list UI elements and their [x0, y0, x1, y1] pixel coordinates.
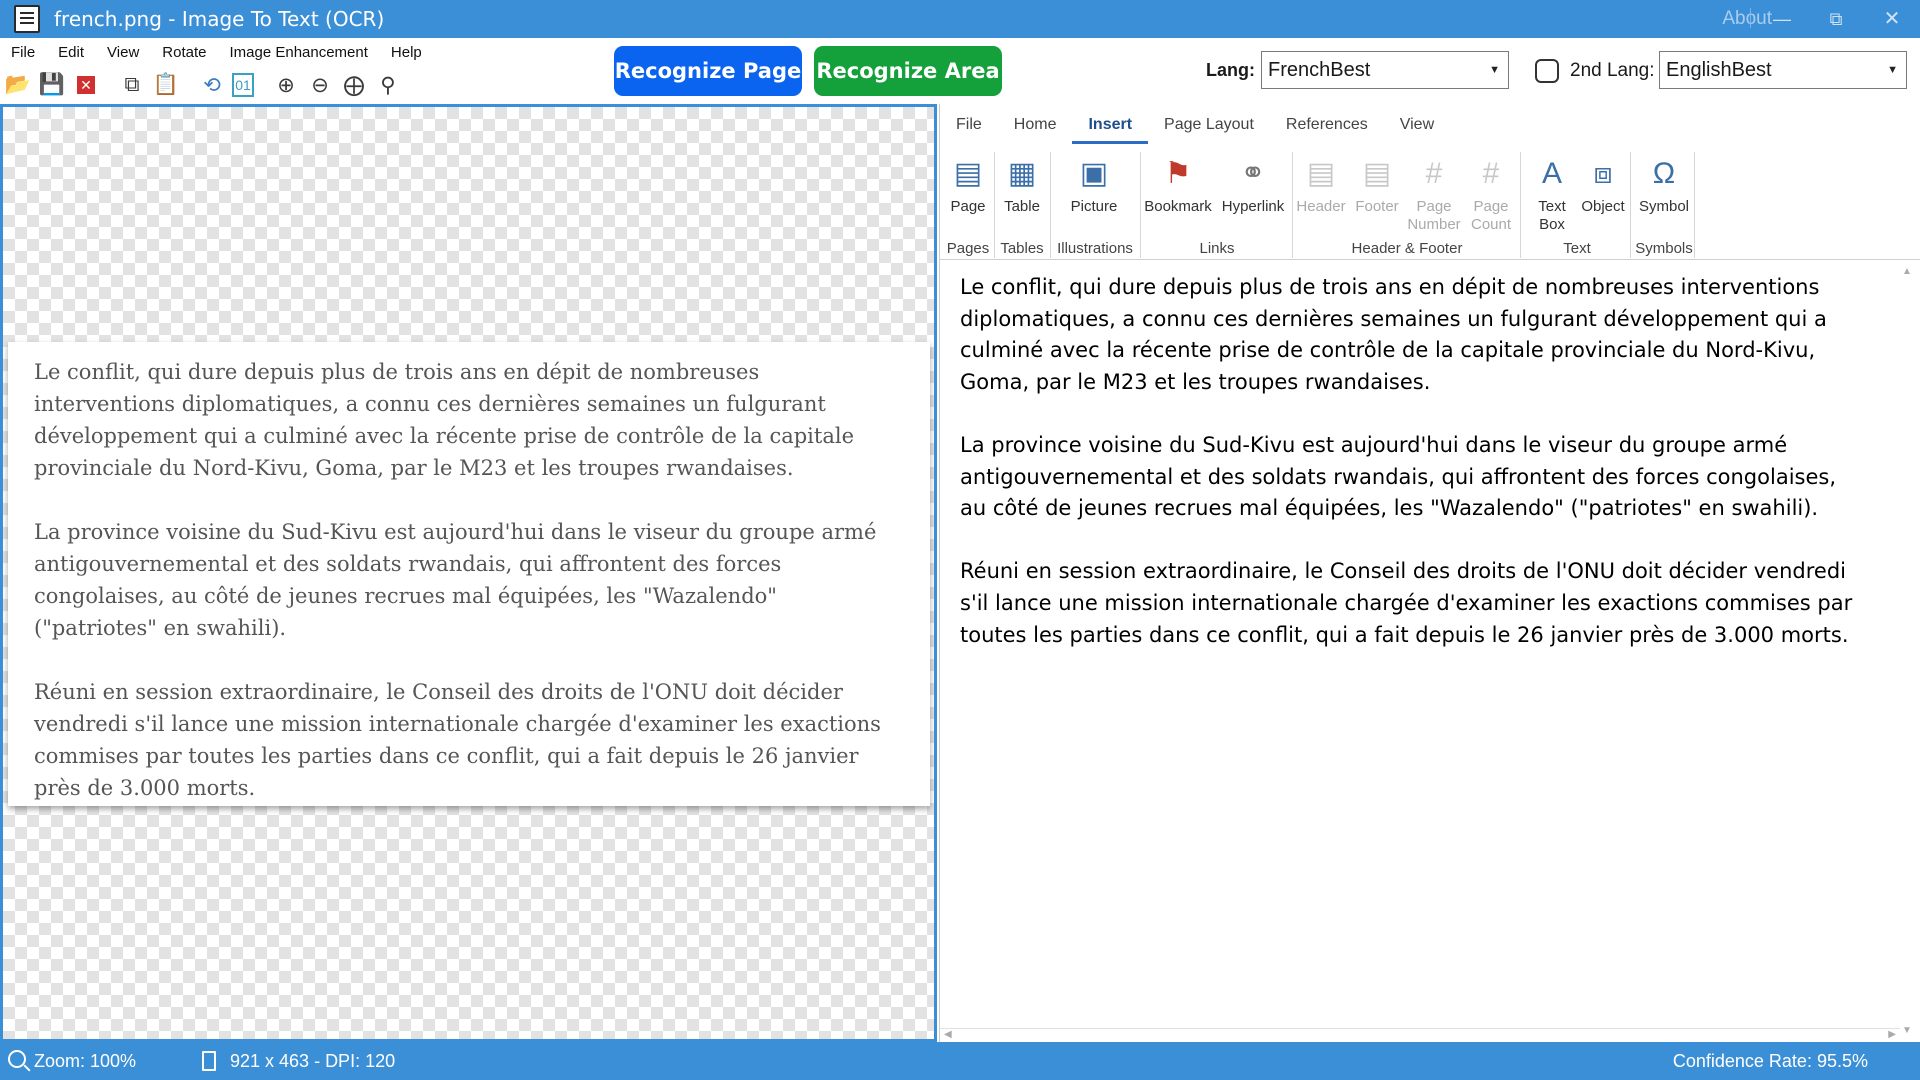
header-icon: ▤ — [1306, 157, 1336, 190]
zoom-out-icon[interactable]: ⊖ — [306, 71, 334, 99]
page-count-button[interactable]: # Page Count — [1464, 154, 1518, 234]
page-number-button[interactable]: # Page Number — [1406, 154, 1462, 234]
rotate-icon[interactable]: ⟲ — [198, 71, 226, 99]
scroll-down-icon[interactable]: ▼ — [1900, 1025, 1914, 1036]
zoom-100-icon[interactable]: ⚲ — [374, 71, 402, 99]
bookmark-icon: ⚑ — [1164, 157, 1192, 190]
restore-button[interactable]: ⧉ — [1816, 4, 1856, 34]
object-icon: ⧈ — [1593, 157, 1613, 190]
binary-icon[interactable]: 01 — [232, 73, 254, 97]
second-lang-checkbox[interactable] — [1535, 59, 1559, 83]
page-icon — [202, 1051, 216, 1071]
scroll-up-icon[interactable]: ▲ — [1900, 266, 1914, 277]
group-header-footer: Header & Footer — [1351, 240, 1463, 257]
title-bar: french.png - Image To Text (OCR) About —… — [0, 0, 1920, 38]
editor-paragraph[interactable]: Le conflit, qui dure depuis plus de troi… — [960, 272, 1860, 398]
omega-icon: Ω — [1652, 157, 1676, 190]
horizontal-scrollbar[interactable]: ◀ ▶ — [940, 1028, 1900, 1042]
tab-references[interactable]: References — [1270, 116, 1384, 144]
page-button[interactable]: ▤ Page — [946, 154, 990, 216]
copy-icon[interactable]: ⧉ — [118, 71, 146, 99]
minimize-button[interactable]: — — [1762, 4, 1802, 34]
ocr-text-editor[interactable]: Le conflit, qui dure depuis plus de troi… — [960, 272, 1860, 683]
close-window-button[interactable]: ✕ — [1872, 4, 1912, 34]
status-image-size: 921 x 463 - DPI: 120 — [230, 1051, 396, 1071]
scroll-right-icon[interactable]: ▶ — [1888, 1029, 1896, 1040]
zoom-icon — [8, 1050, 26, 1068]
chevron-down-icon: ▼ — [1489, 64, 1500, 76]
page-number-icon: # — [1425, 157, 1443, 190]
ribbon-tabs: File Home Insert Page Layout References … — [940, 116, 1450, 144]
editor-paragraph[interactable]: Réuni en session extraordinaire, le Cons… — [960, 556, 1860, 651]
hyperlink-button[interactable]: ⚭ Hyperlink — [1217, 154, 1289, 216]
source-image: Le conflit, qui dure depuis plus de troi… — [8, 342, 930, 806]
status-bar: Zoom: 100% 921 x 463 - DPI: 120 Confiden… — [0, 1042, 1920, 1080]
page-count-icon: # — [1482, 157, 1500, 190]
window-title: french.png - Image To Text (OCR) — [54, 7, 385, 31]
save-icon[interactable]: 💾 — [38, 71, 66, 99]
header-button[interactable]: ▤ Header — [1294, 154, 1348, 216]
ribbon: ▤ Page ▦ Table ▣ Picture ⚑ Bookmark ⚭ Hy… — [940, 148, 1920, 260]
status-confidence: Confidence Rate: 95.5% — [1672, 1051, 1868, 1071]
lang-label: Lang: — [1206, 60, 1255, 80]
second-lang-select[interactable]: EnglishBest ▼ — [1659, 51, 1907, 89]
lang-select[interactable]: FrenchBest ▼ — [1261, 51, 1509, 89]
zoom-fit-icon[interactable]: ⨁ — [340, 71, 368, 99]
source-paragraph: Réuni en session extraordinaire, le Cons… — [34, 680, 881, 800]
status-zoom: Zoom: 100% — [34, 1051, 137, 1071]
footer-icon: ▤ — [1362, 157, 1392, 190]
vertical-scrollbar[interactable]: ▲ ▼ — [1900, 266, 1914, 1036]
editor-pane: File Home Insert Page Layout References … — [939, 104, 1920, 1042]
tab-home[interactable]: Home — [998, 116, 1073, 144]
image-viewer[interactable]: Le conflit, qui dure depuis plus de troi… — [0, 104, 937, 1042]
picture-icon: ▣ — [1079, 157, 1109, 190]
link-icon: ⚭ — [1240, 157, 1266, 190]
chevron-down-icon: ▼ — [1887, 64, 1898, 76]
menu-image-enhancement[interactable]: Image Enhancement — [218, 44, 379, 66]
scroll-left-icon[interactable]: ◀ — [944, 1029, 952, 1040]
text-box-icon: A — [1541, 157, 1562, 190]
group-pages: Pages — [946, 240, 990, 257]
group-tables: Tables — [1000, 240, 1044, 257]
recognize-page-button[interactable]: Recognize Page — [614, 46, 802, 96]
tab-page-layout[interactable]: Page Layout — [1148, 116, 1270, 144]
object-button[interactable]: ⧈ Object — [1576, 154, 1630, 216]
menu-bar: File Edit View Rotate Image Enhancement … — [0, 44, 434, 66]
group-symbols: Symbols — [1635, 240, 1693, 257]
toolbar: 📂 💾 ✕ ⧉ 📋 ⟲ 01 ⊕ ⊖ ⨁ ⚲ — [4, 70, 408, 100]
page-break-icon: ▤ — [953, 157, 983, 190]
group-text: Text — [1563, 240, 1591, 257]
table-icon: ▦ — [1007, 157, 1037, 190]
paste-icon[interactable]: 📋 — [152, 71, 180, 99]
second-lang-label: 2nd Lang: — [1570, 60, 1655, 81]
app-icon — [14, 5, 40, 33]
tab-view[interactable]: View — [1384, 116, 1450, 144]
editor-paragraph[interactable]: La province voisine du Sud-Kivu est aujo… — [960, 430, 1860, 525]
table-button[interactable]: ▦ Table — [998, 154, 1046, 216]
second-lang-value: EnglishBest — [1666, 59, 1772, 81]
group-links: Links — [1199, 240, 1235, 257]
title-separator — [1750, 8, 1751, 28]
text-box-button[interactable]: A Text Box — [1530, 154, 1574, 234]
source-paragraph: Le conflit, qui dure depuis plus de troi… — [34, 360, 855, 480]
menu-help[interactable]: Help — [380, 44, 434, 66]
group-illustrations: Illustrations — [1057, 240, 1133, 257]
open-folder-icon[interactable]: 📂 — [4, 71, 32, 99]
source-paragraph: La province voisine du Sud-Kivu est aujo… — [34, 520, 877, 640]
menu-view[interactable]: View — [96, 44, 151, 66]
menu-rotate[interactable]: Rotate — [151, 44, 218, 66]
footer-button[interactable]: ▤ Footer — [1350, 154, 1404, 216]
menu-edit[interactable]: Edit — [47, 44, 96, 66]
symbol-button[interactable]: Ω Symbol — [1632, 154, 1696, 216]
menu-file[interactable]: File — [0, 44, 47, 66]
recognize-area-button[interactable]: Recognize Area — [814, 46, 1002, 96]
lang-value: FrenchBest — [1268, 59, 1371, 81]
close-file-icon[interactable]: ✕ — [72, 71, 100, 99]
zoom-in-icon[interactable]: ⊕ — [272, 71, 300, 99]
picture-button[interactable]: ▣ Picture — [1066, 154, 1122, 216]
bookmark-button[interactable]: ⚑ Bookmark — [1143, 154, 1213, 216]
tab-file[interactable]: File — [940, 116, 998, 144]
tab-insert[interactable]: Insert — [1072, 116, 1149, 144]
